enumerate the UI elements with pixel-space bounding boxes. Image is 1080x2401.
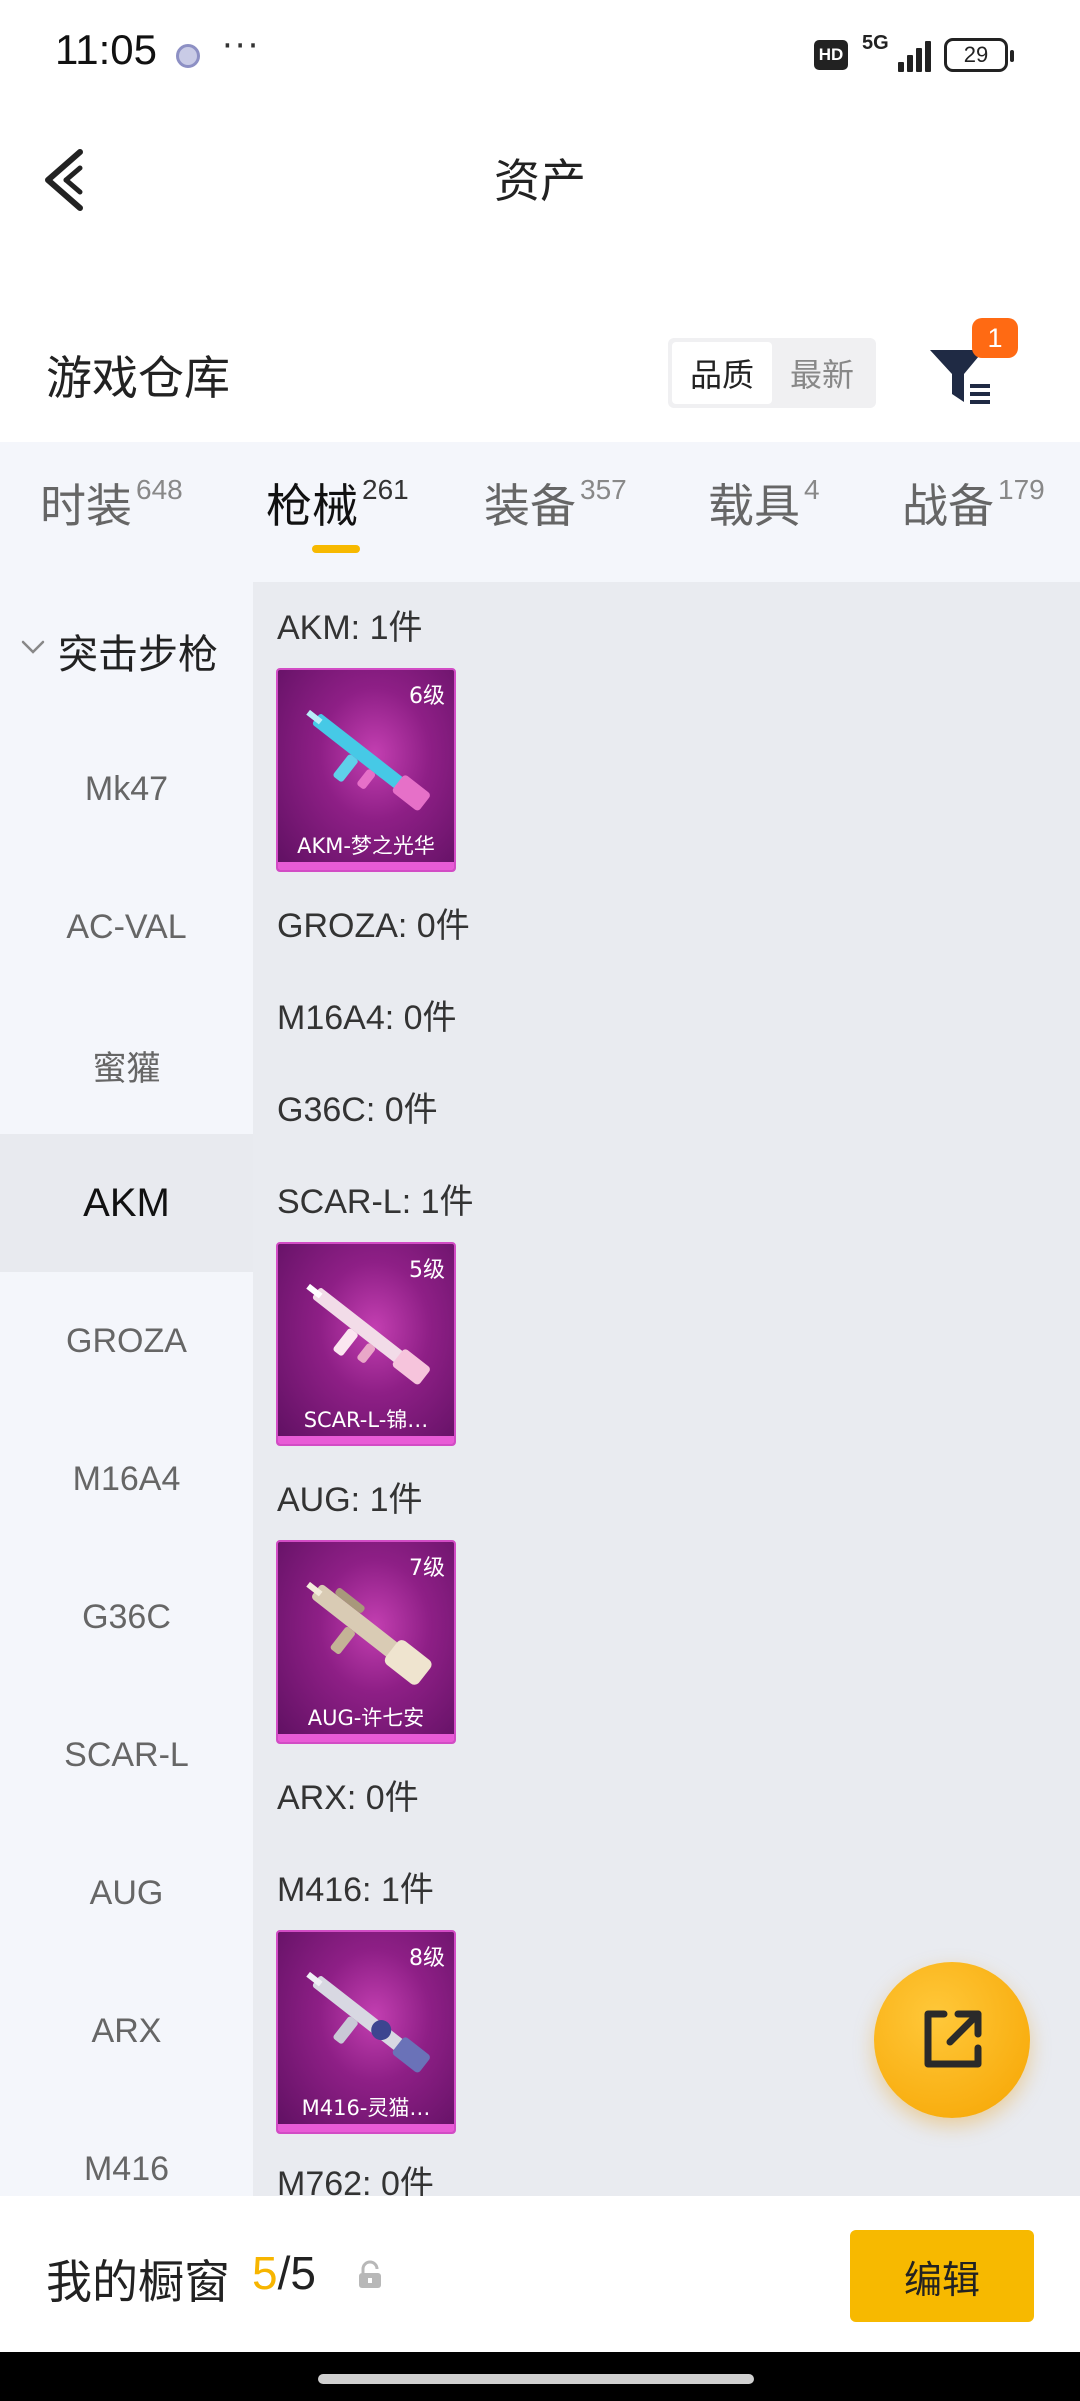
share-button[interactable]	[874, 1962, 1030, 2118]
share-external-icon	[924, 2010, 982, 2068]
tab-vehicles[interactable]: 载具 4	[708, 470, 820, 536]
card-rarity-bar	[278, 1734, 454, 1742]
category-tabs: 时装 648 枪械 261 装备 357 载具 4 战备 179	[0, 442, 1080, 582]
tab-count: 4	[804, 474, 820, 505]
page-title: 资产	[494, 154, 586, 208]
tab-label: 载具	[708, 479, 800, 533]
rifle-icon	[306, 709, 430, 811]
weapon-row-label: M16A4: 0件	[277, 999, 457, 1037]
sidebar-item-groza[interactable]: GROZA	[0, 1272, 253, 1410]
weapon-skin-card[interactable]: 5级 SCAR-L-锦…	[276, 1242, 456, 1446]
sort-quality-option[interactable]: 品质	[672, 342, 772, 404]
sidebar-item-g36c[interactable]: G36C	[0, 1548, 253, 1686]
sort-newest-option[interactable]: 最新	[772, 342, 872, 404]
home-indicator[interactable]	[318, 2374, 754, 2384]
tab-count: 357	[580, 474, 627, 505]
tab-label: 枪械	[266, 479, 358, 533]
skin-name: AUG-许七安	[307, 1706, 425, 1730]
sidebar-group-assault-rifles[interactable]: 突击步枪	[0, 618, 253, 678]
edit-button[interactable]: 编辑	[850, 2230, 1034, 2322]
warehouse-title: 游戏仓库	[46, 351, 230, 405]
card-rarity-bar	[278, 1436, 454, 1444]
weapon-row-label: M762: 0件	[277, 2165, 434, 2196]
rifle-icon	[306, 1283, 430, 1385]
tab-count: 261	[362, 474, 409, 505]
weapon-row-label: SCAR-L: 1件	[277, 1183, 474, 1221]
skin-name: AKM-梦之光华	[297, 834, 435, 858]
weapon-list: AKM: 1件 6级 AKM-梦之光华 GROZA: 0件 M16A4: 0件 …	[253, 582, 1080, 2196]
weapon-sidebar: 突击步枪 Mk47 AC-VAL 蜜獾 AKM GROZA M16A4 G36C…	[0, 582, 253, 2196]
tab-label: 装备	[484, 479, 576, 533]
tab-label: 时装	[40, 479, 132, 533]
battery-icon: 29	[944, 38, 1014, 72]
tab-firearms[interactable]: 枪械 261	[266, 470, 409, 536]
rifle-icon	[306, 1971, 430, 2073]
sidebar-item-ac-val[interactable]: AC-VAL	[0, 858, 253, 996]
sort-toggle: 品质 最新	[668, 338, 876, 408]
showcase-max: 5	[290, 2247, 316, 2299]
weapon-skin-card[interactable]: 7级 AUG-许七安	[276, 1540, 456, 1744]
app-notification-icon	[176, 44, 200, 68]
sidebar-item-scar-l[interactable]: SCAR-L	[0, 1686, 253, 1824]
tab-label: 战备	[902, 479, 994, 533]
sidebar-item-arx[interactable]: ARX	[0, 1962, 253, 2100]
chevron-down-icon	[21, 640, 45, 654]
showcase-separator: /	[277, 2247, 291, 2299]
sidebar-item-honey-badger[interactable]: 蜜獾	[0, 996, 253, 1134]
sidebar-group-label: 突击步枪	[58, 632, 218, 678]
weapon-row-label: M416: 1件	[277, 1871, 434, 1909]
status-bar: 11:05 ··· HD 5G 29	[0, 0, 1080, 110]
showcase-current: 5	[252, 2247, 278, 2299]
rifle-icon	[306, 1581, 432, 1685]
showcase-label: 我的橱窗	[46, 2255, 230, 2309]
sidebar-item-m16a4[interactable]: M16A4	[0, 1410, 253, 1548]
status-time: 11:05	[55, 26, 157, 73]
card-rarity-bar	[278, 862, 454, 870]
showcase-count: 5/5	[252, 2246, 316, 2300]
lock-icon	[359, 2260, 381, 2288]
tab-count: 179	[998, 474, 1045, 505]
sidebar-item-akm[interactable]: AKM	[0, 1134, 253, 1272]
sidebar-item-aug[interactable]: AUG	[0, 1824, 253, 1962]
network-type: 5G	[862, 32, 889, 54]
card-rarity-bar	[278, 2124, 454, 2132]
weapon-row-label: ARX: 0件	[277, 1779, 419, 1817]
tab-supplies[interactable]: 战备 179	[902, 470, 1045, 536]
hd-icon: HD	[814, 40, 848, 70]
weapon-row-label: GROZA: 0件	[277, 907, 470, 945]
weapon-skin-card[interactable]: 6级 AKM-梦之光华	[276, 668, 456, 872]
weapon-skin-card[interactable]: 8级 M416-灵猫…	[276, 1930, 456, 2134]
weapon-row-label: AKM: 1件	[277, 609, 423, 647]
weapon-row-label: G36C: 0件	[277, 1091, 438, 1129]
sidebar-item-m416[interactable]: M416	[0, 2100, 253, 2196]
sidebar-item-mk47[interactable]: Mk47	[0, 720, 253, 858]
signal-icon	[898, 38, 932, 72]
active-tab-indicator	[312, 545, 360, 553]
weapon-row-label: AUG: 1件	[277, 1481, 423, 1519]
more-notifications-icon: ···	[222, 26, 261, 66]
showcase-bar: 我的橱窗 5/5 编辑	[0, 2196, 1080, 2352]
filter-count-badge: 1	[972, 318, 1018, 358]
tab-fashion[interactable]: 时装 648	[40, 470, 183, 536]
tab-equipment[interactable]: 装备 357	[484, 470, 627, 536]
skin-name: M416-灵猫…	[301, 2096, 431, 2120]
tab-count: 648	[136, 474, 183, 505]
skin-name: SCAR-L-锦…	[303, 1408, 429, 1432]
